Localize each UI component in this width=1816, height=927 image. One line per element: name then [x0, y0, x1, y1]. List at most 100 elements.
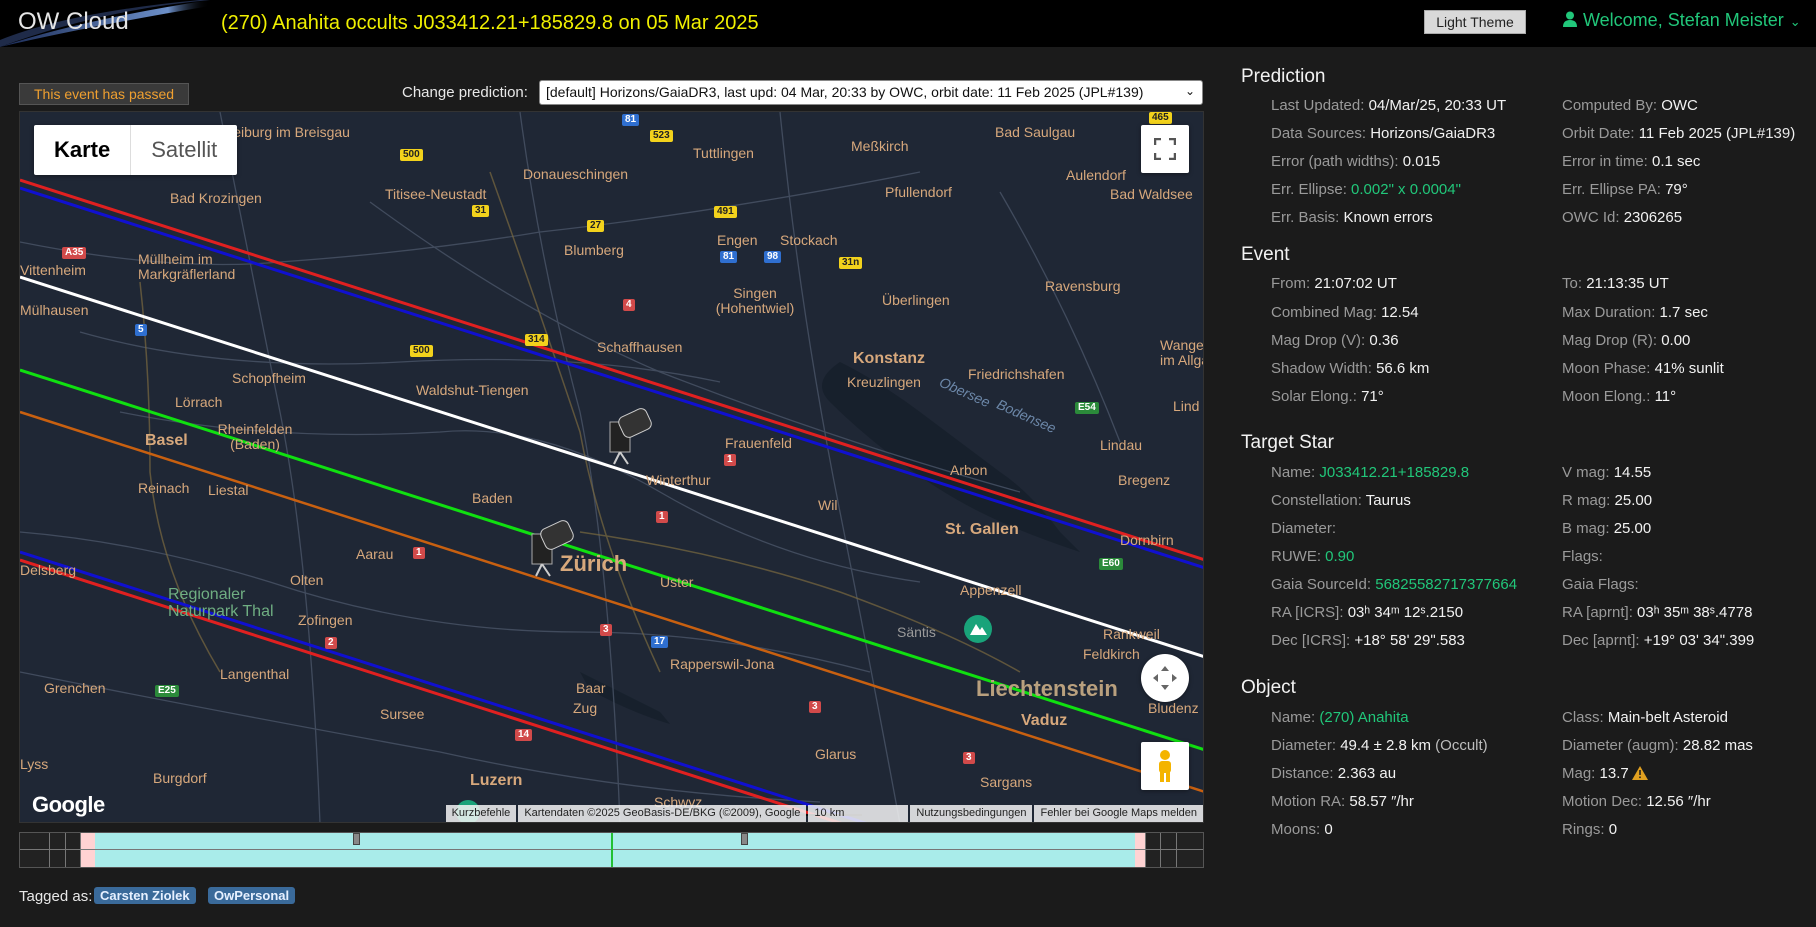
place-label: Winterthur — [646, 472, 711, 488]
last-updated-field: Last Updated: 04/Mar/25, 20:33 UT — [1271, 97, 1507, 114]
user-icon — [1563, 11, 1577, 32]
timeline-handle-left[interactable] — [353, 833, 360, 845]
place-label: Luzern — [470, 772, 523, 789]
event-timeline[interactable] — [19, 832, 1204, 868]
tag-chip[interactable]: Carsten Ziolek — [94, 887, 196, 904]
event-section-title: Event — [1241, 244, 1290, 265]
place-label: Uster — [660, 574, 694, 590]
camera-control-button[interactable] — [1141, 654, 1189, 702]
keyboard-shortcuts-link[interactable]: Kurzbefehle — [445, 805, 517, 822]
ra-aprnt-field: RA [aprnt]: 03ʰ 35ᵐ 38ˢ.4778 — [1562, 604, 1753, 621]
owc-id-field: OWC Id: 2306265 — [1562, 209, 1683, 226]
timeline-tick — [1160, 833, 1161, 867]
tagged-label: Tagged as: — [19, 888, 93, 905]
r-mag-field: R mag: 25.00 — [1562, 492, 1653, 509]
place-label: Rankweil — [1103, 626, 1160, 642]
place-label: Langenthal — [220, 666, 290, 682]
place-label: Kreuzlingen — [847, 374, 921, 390]
tag-chip[interactable]: OwPersonal — [208, 887, 296, 904]
place-label: Liechtenstein — [976, 676, 1118, 701]
map-type-satellite-tab[interactable]: Satellit — [131, 125, 237, 175]
road-shield: 27 — [587, 220, 605, 232]
timeline-tick — [1145, 833, 1146, 867]
place-label: St. Gallen — [945, 521, 1019, 538]
report-error-link[interactable]: Fehler bei Google Maps melden — [1034, 805, 1203, 822]
place-label: Mülhausen — [20, 302, 89, 318]
pegman-icon — [1159, 750, 1171, 782]
event-title: (270) Anahita occults J033412.21+185829.… — [221, 12, 759, 34]
error-path-field: Error (path widths): 0.015 — [1271, 153, 1441, 170]
app-logo[interactable]: OW Cloud — [18, 8, 129, 36]
light-theme-button[interactable]: Light Theme — [1424, 10, 1526, 34]
road-shield: 500 — [410, 345, 433, 357]
timeline-center-marker — [611, 833, 613, 867]
road-shield: 1 — [413, 547, 425, 559]
terms-link[interactable]: Nutzungsbedingungen — [910, 805, 1033, 822]
road-shield: 3 — [600, 624, 612, 636]
road-shield: 81 — [720, 251, 738, 263]
combined-mag-field: Combined Mag: 12.54 — [1271, 304, 1419, 321]
road-shield: 314 — [525, 334, 548, 346]
place-label: Meßkirch — [851, 138, 909, 154]
place-label: Rheinfelden (Baden) — [217, 421, 293, 452]
fullscreen-button[interactable] — [1141, 125, 1189, 173]
jpl-link[interactable]: JPL#139 — [1731, 125, 1790, 142]
scale-label[interactable]: 10 km — [808, 805, 909, 822]
timeline-handle-right[interactable] — [741, 833, 748, 845]
place-label: Singen (Hohentwiel) — [715, 285, 795, 316]
place-label: Wange im Allgä — [1160, 337, 1204, 368]
gaia-flags-field: Gaia Flags: — [1562, 576, 1639, 593]
street-view-pegman-button[interactable] — [1141, 742, 1189, 790]
place-label: Ravensburg — [1045, 278, 1121, 294]
gaia-source-link[interactable]: 56825582717377664 — [1375, 576, 1517, 593]
place-label: Delsberg — [20, 562, 77, 578]
road-shield: A35 — [62, 247, 87, 259]
map-type-karte-tab[interactable]: Karte — [34, 125, 132, 175]
map-view[interactable]: Freiburg im Breisgau Donaueschingen Tutt… — [19, 111, 1204, 823]
place-label: Lind — [1173, 398, 1200, 414]
move-arrows-icon — [1153, 666, 1177, 690]
road-shield: 2 — [325, 637, 337, 649]
place-label: Appenzell — [960, 582, 1022, 598]
star-name-link[interactable]: J033412.21+185829.8 — [1319, 464, 1469, 481]
solar-elong-field: Solar Elong.: 71° — [1271, 388, 1384, 405]
data-sources-field: Data Sources: Horizons/GaiaDR3 — [1271, 125, 1496, 142]
computed-by-field: Computed By: OWC — [1562, 97, 1698, 114]
place-label: Burgdorf — [153, 770, 207, 786]
star-name-field: Name: J033412.21+185829.8 — [1271, 464, 1470, 481]
place-label: Müllheim im Markgräflerland — [138, 251, 236, 282]
place-label: Friedrichshafen — [968, 366, 1065, 382]
mountain-pin — [964, 615, 992, 643]
place-label: Baden — [472, 490, 513, 506]
target-star-section-title: Target Star — [1241, 432, 1334, 453]
object-name-link[interactable]: (270) Anahita — [1319, 709, 1408, 726]
place-label: Lörrach — [175, 394, 223, 410]
park-label: Regionaler Naturpark Thal — [168, 586, 274, 620]
moon-phase-field: Moon Phase: 41% sunlit — [1562, 360, 1724, 377]
timeline-tick — [65, 833, 66, 867]
prediction-select[interactable]: [default] Horizons/GaiaDR3, last upd: 04… — [539, 80, 1203, 105]
road-shield: 31n — [839, 257, 863, 269]
place-label: Sursee — [380, 706, 425, 722]
timeline-range — [95, 833, 1135, 867]
constellation-field: Constellation: Taurus — [1271, 492, 1411, 509]
top-bar: OW Cloud (270) Anahita occults J033412.2… — [0, 0, 1816, 47]
place-label: Bad Saulgau — [995, 124, 1076, 140]
mag-drop-v-field: Mag Drop (V): 0.36 — [1271, 332, 1399, 349]
map-data-attribution: Kartendaten ©2025 GeoBasis-DE/BKG (©2009… — [518, 805, 807, 822]
change-prediction-label: Change prediction: — [402, 84, 528, 101]
user-menu[interactable]: Welcome, Stefan Meister ⌄ — [1563, 10, 1801, 32]
error-basis-field: Err. Basis: Known errors — [1271, 209, 1433, 226]
road-shield: 491 — [714, 206, 737, 218]
place-label: Dornbirn — [1120, 532, 1174, 548]
warning-icon[interactable] — [1631, 766, 1648, 784]
fullscreen-icon — [1154, 138, 1176, 160]
shadow-width-field: Shadow Width: 56.6 km — [1271, 360, 1430, 377]
road-shield: 98 — [764, 251, 782, 263]
place-label: Olten — [290, 572, 324, 588]
place-label: Säntis — [897, 624, 936, 640]
error-ellipse-link[interactable]: 0.002" x 0.0004" — [1351, 181, 1461, 198]
road-shield: E54 — [1075, 402, 1099, 414]
place-label: Bad Krozingen — [170, 190, 262, 206]
place-label: Titisee-Neustadt — [385, 186, 487, 202]
